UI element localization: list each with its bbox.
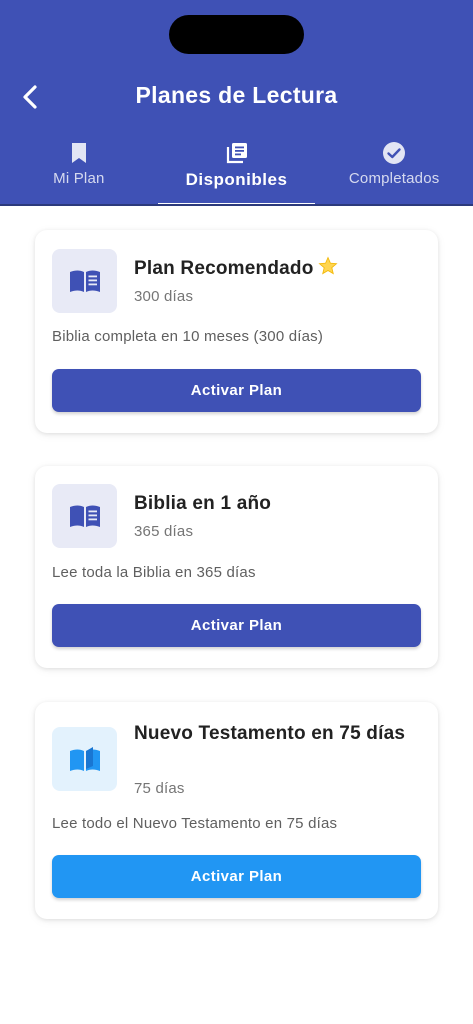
app-header: Planes de Lectura Mi Plan Disponibles Co…: [0, 0, 473, 206]
book-icon: [69, 270, 100, 292]
page-title: Planes de Lectura: [135, 82, 338, 108]
plan-icon-box: [52, 249, 117, 313]
open-book-icon: [69, 747, 100, 771]
book-icon: [69, 505, 100, 527]
check-circle-icon: [383, 142, 406, 164]
plan-title: Nuevo Testamento en 75 días: [134, 723, 406, 744]
plan-description: Lee toda la Biblia en 365 días: [52, 564, 256, 581]
bookmark-icon: [71, 143, 86, 163]
library-books-icon: [226, 143, 247, 164]
plan-card-recomendado: Plan Recomendado 300 días Biblia complet…: [35, 230, 438, 433]
plan-title: Biblia en 1 año: [134, 493, 272, 514]
plan-days: 365 días: [134, 523, 194, 540]
plan-days: 300 días: [134, 288, 194, 305]
header-divider: [0, 204, 473, 206]
tab-completados[interactable]: Completados: [315, 132, 473, 206]
activar-plan-button[interactable]: Activar Plan: [52, 855, 421, 898]
plan-days: 75 días: [134, 780, 185, 797]
tab-label: Completados: [348, 170, 440, 187]
activar-plan-button[interactable]: Activar Plan: [52, 604, 421, 647]
plan-icon-box: [52, 484, 117, 548]
tab-disponibles[interactable]: Disponibles: [157, 132, 316, 206]
tab-bar: Mi Plan Disponibles Completados: [0, 132, 473, 206]
tab-mi-plan[interactable]: Mi Plan: [0, 132, 158, 206]
camera-notch: [169, 15, 304, 54]
tab-label: Disponibles: [185, 170, 288, 189]
activar-plan-button[interactable]: Activar Plan: [52, 369, 421, 412]
plan-icon-box: [52, 727, 117, 791]
plan-card-nuevo-testamento: Nuevo Testamento en 75 días 75 días Lee …: [35, 702, 438, 919]
plan-description: Lee todo el Nuevo Testamento en 75 días: [52, 815, 338, 832]
star-icon: [318, 256, 338, 275]
plan-card-biblia-1-ano: Biblia en 1 año 365 días Lee toda la Bib…: [35, 466, 438, 668]
plan-description: Biblia completa en 10 meses (300 días): [52, 328, 324, 345]
plan-title: Plan Recomendado: [134, 255, 418, 282]
tab-label: Mi Plan: [53, 170, 105, 187]
